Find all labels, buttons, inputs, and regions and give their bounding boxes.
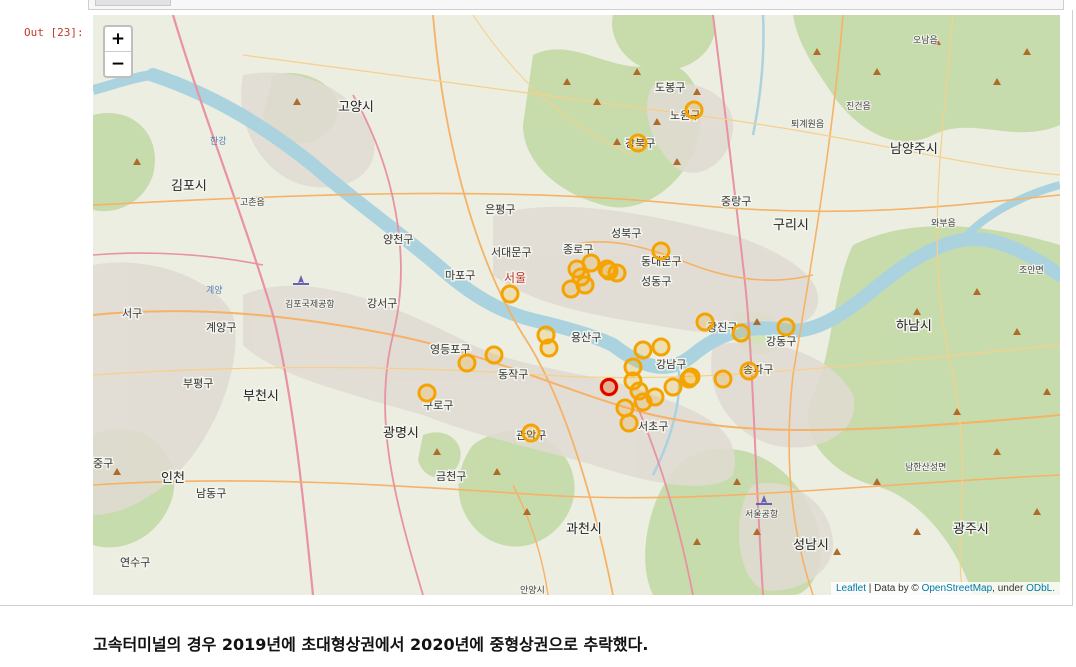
label-han-river: 한강	[210, 136, 227, 147]
marker-orange[interactable]	[619, 413, 639, 433]
svg-text:용산구: 용산구	[571, 331, 601, 344]
svg-text:은평구: 은평구	[485, 203, 515, 216]
marker-orange[interactable]	[776, 317, 796, 337]
marker-orange[interactable]	[628, 133, 648, 153]
marker-orange[interactable]	[684, 100, 704, 120]
svg-text:김포국제공항: 김포국제공항	[285, 298, 335, 310]
marker-orange[interactable]	[739, 361, 759, 381]
marker-orange[interactable]	[500, 284, 520, 304]
svg-text:서대문구: 서대문구	[491, 246, 531, 259]
marker-orange[interactable]	[457, 353, 477, 373]
svg-text:고촌읍: 고촌읍	[240, 197, 265, 208]
svg-text:성동구: 성동구	[641, 275, 671, 288]
label-gwangmyeong: 광명시	[383, 426, 419, 441]
zoom-in-button[interactable]: +	[105, 27, 131, 51]
leaflet-map[interactable]: 고양시 김포시 부천시 광명시 인천 과천시 성남시 하남시 광주시 남양주시 …	[93, 15, 1060, 595]
marker-red[interactable]	[600, 378, 618, 396]
marker-orange[interactable]	[663, 377, 683, 397]
label-seoul: 서울	[504, 271, 526, 285]
svg-text:오남읍: 오남읍	[913, 35, 938, 46]
marker-orange[interactable]	[651, 241, 671, 261]
marker-orange[interactable]	[561, 279, 581, 299]
toolbar-button-stub[interactable]	[95, 0, 171, 6]
svg-text:서구: 서구	[122, 307, 142, 320]
svg-text:중랑구: 중랑구	[721, 195, 751, 208]
svg-text:남한산성면: 남한산성면	[905, 462, 946, 473]
svg-text:서울공항: 서울공항	[745, 509, 778, 520]
svg-text:퇴계원읍: 퇴계원읍	[791, 118, 824, 130]
svg-text:연수구: 연수구	[120, 556, 150, 569]
marker-orange[interactable]	[695, 312, 715, 332]
label-bucheon: 부천시	[243, 389, 279, 404]
odbl-link[interactable]: ODbL.	[1026, 583, 1055, 594]
label-guri: 구리시	[773, 218, 809, 233]
svg-text:서초구: 서초구	[638, 420, 668, 433]
svg-text:강서구: 강서구	[367, 297, 397, 310]
svg-text:와부읍: 와부읍	[931, 217, 956, 229]
attribution-under: , under	[992, 583, 1027, 594]
label-gwangju: 광주시	[953, 522, 989, 537]
label-gimpo: 김포시	[171, 179, 207, 194]
attribution-data-by: | Data by ©	[866, 583, 922, 594]
svg-text:강남구: 강남구	[656, 358, 686, 371]
svg-text:동작구: 동작구	[498, 368, 528, 381]
zoom-out-button[interactable]: −	[105, 51, 131, 76]
leaflet-link[interactable]: Leaflet	[836, 583, 866, 594]
label-hanam: 하남시	[896, 319, 932, 334]
label-seongnam: 성남시	[793, 538, 829, 553]
svg-text:조안면: 조안면	[1019, 265, 1044, 276]
label-gwacheon: 과천시	[566, 522, 602, 537]
previous-cell-toolbar	[88, 0, 1064, 10]
svg-text:부평구: 부평구	[183, 377, 213, 390]
map-tiles: 고양시 김포시 부천시 광명시 인천 과천시 성남시 하남시 광주시 남양주시 …	[93, 15, 1060, 595]
marker-orange[interactable]	[597, 259, 617, 279]
marker-orange[interactable]	[615, 398, 635, 418]
svg-text:진건읍: 진건읍	[846, 101, 871, 112]
svg-text:남동구: 남동구	[196, 487, 226, 500]
label-namyangju: 남양주시	[890, 142, 938, 157]
zoom-control: + −	[103, 25, 133, 78]
marker-orange[interactable]	[484, 345, 504, 365]
svg-text:금천구: 금천구	[436, 469, 466, 483]
marker-orange[interactable]	[651, 337, 671, 357]
map-attribution: Leaflet | Data by © OpenStreetMap, under…	[830, 582, 1060, 595]
svg-text:계양구: 계양구	[206, 321, 236, 334]
output-prompt: Out [23]:	[24, 26, 84, 39]
label-goyang: 고양시	[338, 100, 374, 115]
marker-orange[interactable]	[633, 340, 653, 360]
svg-text:안양시: 안양시	[520, 585, 545, 595]
svg-text:성북구: 성북구	[611, 227, 641, 240]
marker-orange[interactable]	[417, 383, 437, 403]
marker-orange[interactable]	[731, 323, 751, 343]
marker-orange[interactable]	[633, 392, 653, 412]
osm-link[interactable]: OpenStreetMap	[922, 583, 993, 594]
marker-orange[interactable]	[539, 338, 559, 358]
label-incheon: 인천	[161, 471, 185, 486]
svg-text:도봉구: 도봉구	[655, 81, 685, 94]
svg-text:계양: 계양	[206, 284, 223, 296]
marker-orange[interactable]	[521, 423, 541, 443]
caption-text: 고속터미널의 경우 2019년에 초대형상권에서 2020년에 중형상권으로 추…	[93, 635, 649, 654]
svg-text:양천구: 양천구	[383, 232, 413, 246]
marker-orange[interactable]	[713, 369, 733, 389]
svg-text:중구: 중구	[93, 457, 113, 470]
svg-text:마포구: 마포구	[445, 269, 475, 282]
marker-orange[interactable]	[679, 369, 699, 389]
svg-text:강동구: 강동구	[766, 335, 796, 348]
